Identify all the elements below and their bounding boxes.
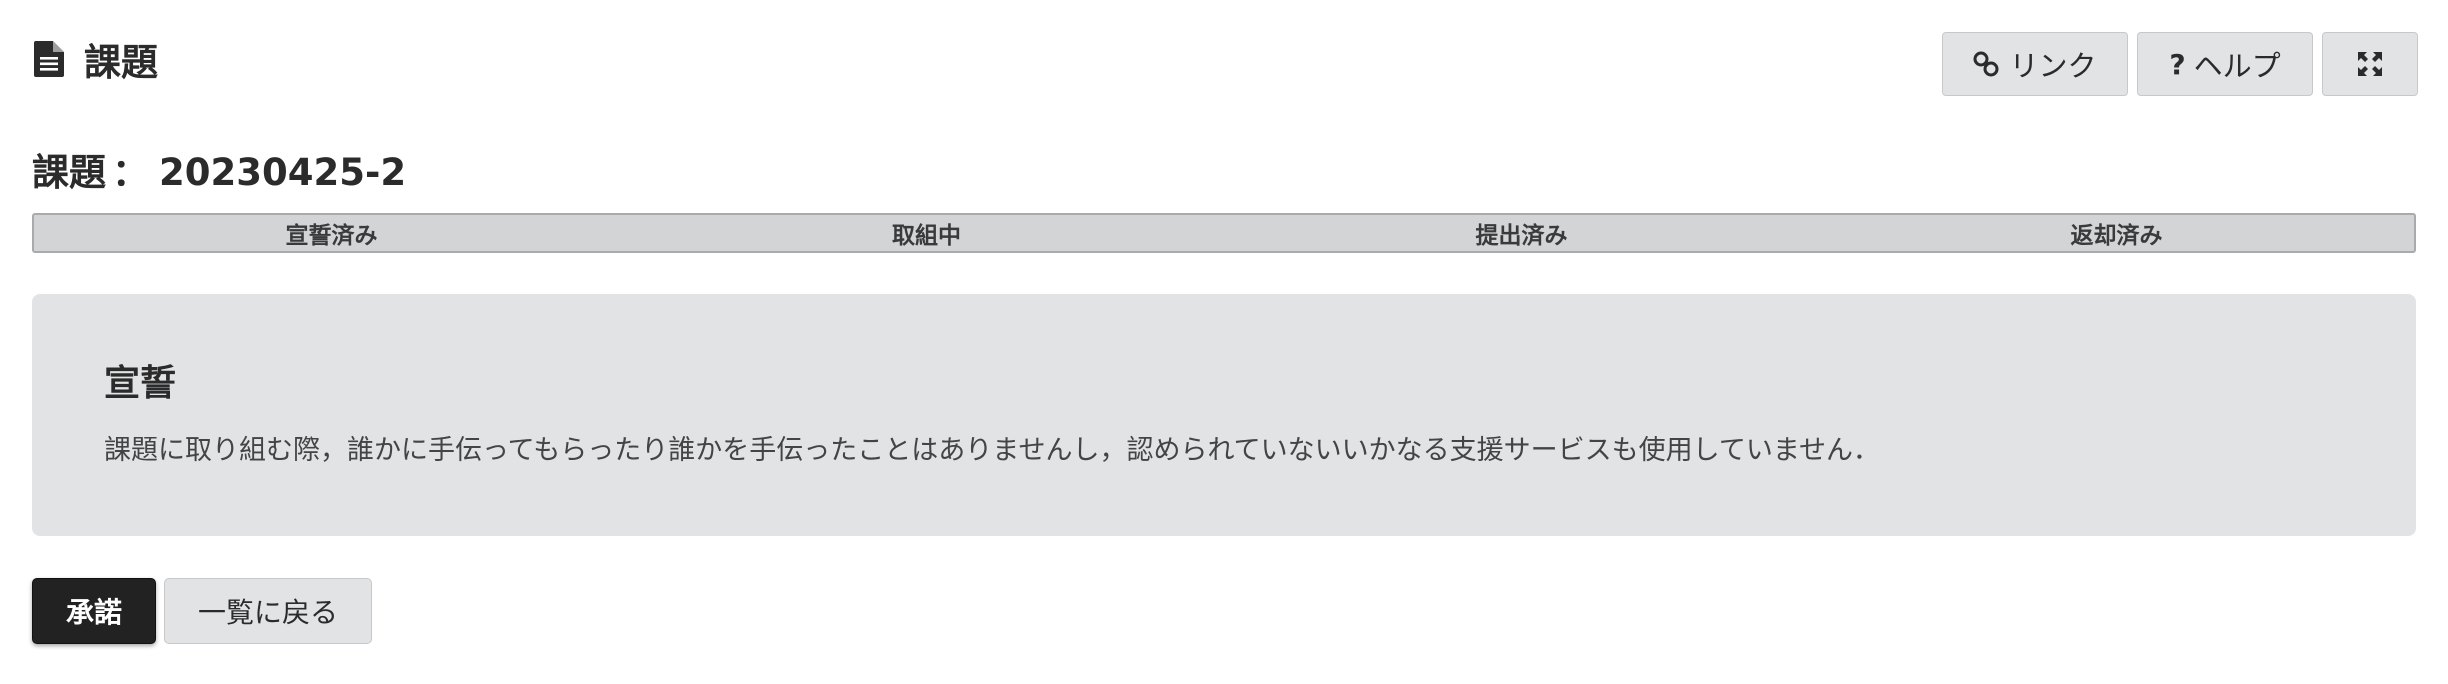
task-title: 課題： 20230425-2 bbox=[32, 142, 406, 196]
task-separator: ： bbox=[112, 151, 149, 194]
pledge-heading: 宣誓 bbox=[104, 363, 177, 404]
link-button[interactable]: リンク bbox=[1942, 32, 2128, 96]
accept-button[interactable]: 承諾 bbox=[32, 578, 156, 644]
task-id: 20230425-2 bbox=[159, 151, 407, 194]
progress-step-returned: 返却済み bbox=[2070, 223, 2163, 249]
progress-step-submitted: 提出済み bbox=[1475, 223, 1568, 249]
question-icon: ? bbox=[2169, 47, 2186, 81]
document-icon bbox=[34, 41, 64, 77]
link-icon bbox=[1973, 51, 1999, 77]
progress-bar: 宣誓済み 取組中 提出済み 返却済み bbox=[32, 213, 2416, 253]
task-label: 課題 bbox=[32, 151, 106, 194]
page-header: 課題 リンク ? ヘルプ bbox=[34, 28, 2418, 108]
help-button[interactable]: ? ヘルプ bbox=[2137, 32, 2313, 96]
page-title-text: 課題 bbox=[84, 41, 158, 84]
pledge-text: 課題に取り組む際，誰かに手伝ってもらったり誰かを手伝ったことはありませんし，認め… bbox=[104, 435, 1881, 466]
fullscreen-button[interactable] bbox=[2322, 32, 2418, 96]
page-title: 課題 bbox=[34, 32, 158, 86]
back-to-list-button[interactable]: 一覧に戻る bbox=[164, 578, 372, 644]
progress-step-sworn: 宣誓済み bbox=[285, 223, 378, 249]
form-actions: 承諾 一覧に戻る bbox=[32, 578, 372, 644]
progress-step-in-progress: 取組中 bbox=[892, 223, 961, 249]
expand-icon bbox=[2358, 52, 2382, 76]
help-button-label: ヘルプ bbox=[2193, 49, 2281, 83]
link-button-label: リンク bbox=[2009, 49, 2097, 83]
header-actions: リンク ? ヘルプ bbox=[1942, 32, 2418, 96]
pledge-panel: 宣誓 課題に取り組む際，誰かに手伝ってもらったり誰かを手伝ったことはありませんし… bbox=[32, 294, 2416, 536]
